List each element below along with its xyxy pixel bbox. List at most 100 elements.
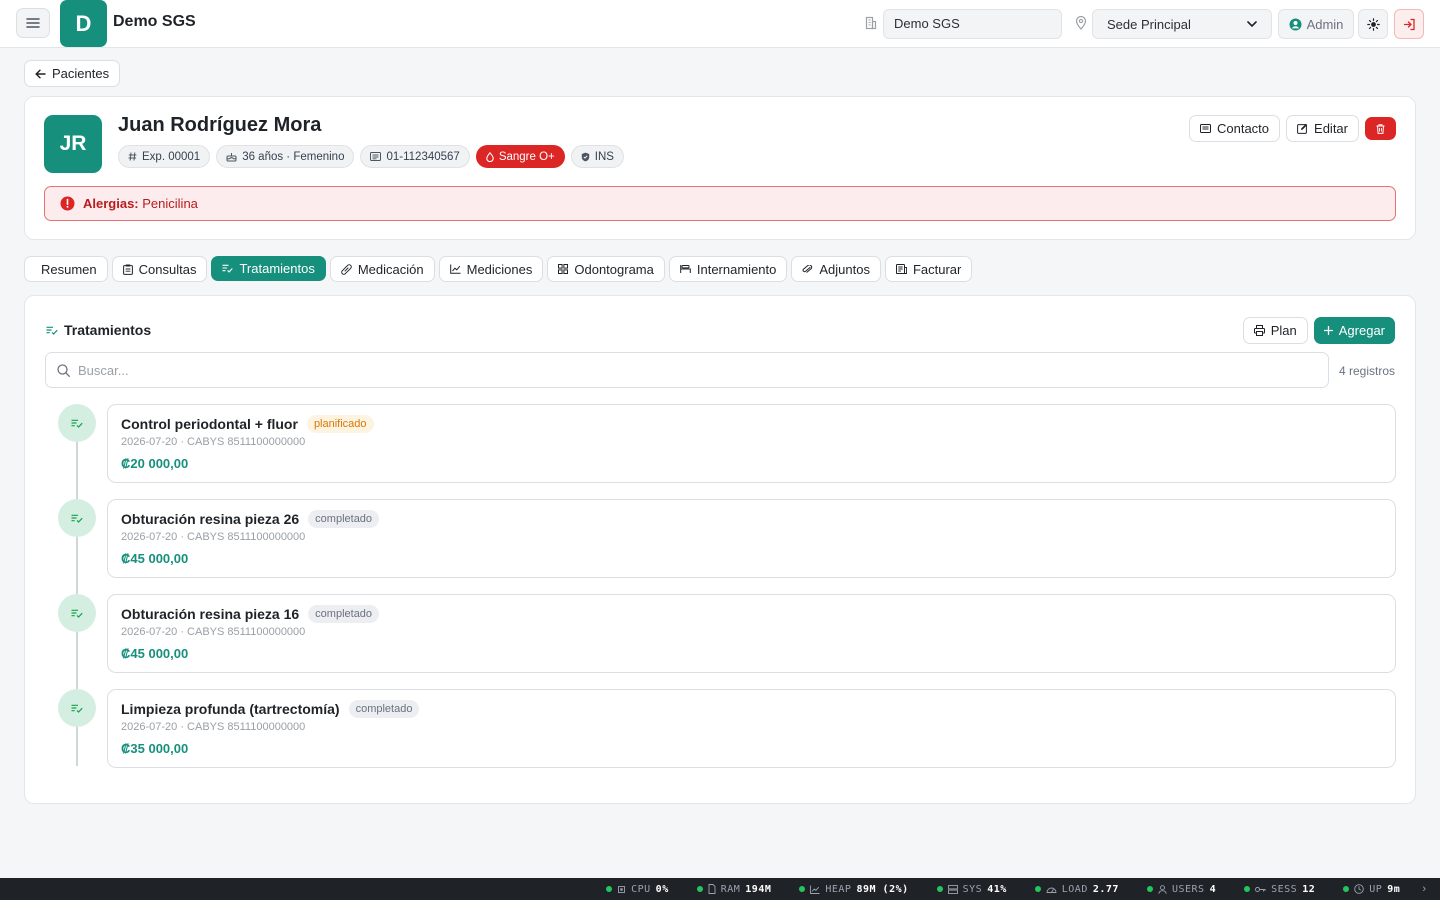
app-title: Demo SGS [113,13,196,30]
tab-tratamientos[interactable]: Tratamientos [211,256,326,281]
print-plan-button[interactable]: Plan [1242,317,1308,344]
tab-mediciones[interactable]: Mediciones [438,256,544,282]
stat-label: RAM [720,883,741,895]
clipboard-icon [122,264,133,275]
back-to-patients-button[interactable]: Pacientes [24,60,121,87]
search-input[interactable] [78,362,1278,378]
tab-odontograma[interactable]: Odontograma [547,256,665,282]
add-treatment-button[interactable]: Agregar [1313,317,1395,344]
treatment-price: ₡45 000,00 [121,551,189,566]
chip-record-label: Exp. 00001 [142,150,201,163]
chevron-right-icon[interactable]: › [1422,883,1426,895]
tab-label: Consultas [138,261,197,277]
treatment-meta: 2026-07-20 · CABYS 8511100000000 [121,436,306,448]
tab-label: Medicación [357,261,424,277]
chart-icon [810,885,820,894]
id-card-icon [370,152,382,161]
tab-label: Odontograma [574,261,654,277]
delete-button[interactable] [1365,117,1396,140]
treatment-item: Control periodontal + fluor planificado … [25,404,1417,484]
theme-toggle-button[interactable] [1358,9,1388,39]
logout-button[interactable] [1394,9,1424,39]
stat-label: CPU [631,883,651,895]
user-icon [1158,884,1167,894]
stat-value: 9m [1387,883,1401,895]
contact-label: Contacto [1216,121,1270,136]
tab-label: Internamiento [696,261,777,277]
treatment-card[interactable]: Control periodontal + fluor planificado … [107,404,1396,483]
patient-avatar: JR [44,115,102,173]
organization-field[interactable]: Demo SGS [883,9,1062,39]
stat-load: LOAD 2.77 [1034,883,1119,895]
sede-select-value: Sede Principal [1107,16,1191,32]
edit-button[interactable]: Editar [1286,115,1359,142]
treatment-card[interactable]: Obturación resina pieza 16 completado 20… [107,594,1396,673]
patient-tabs: Resumen Consultas Tratamientos Medicació… [24,256,973,282]
patient-actions: Contacto Editar [1188,115,1396,142]
tab-medicacion[interactable]: Medicación [329,256,435,282]
treatment-meta: 2026-07-20 · CABYS 8511100000000 [121,531,306,543]
stat-sys: SYS 41% [936,883,1007,895]
treatment-card[interactable]: Obturación resina pieza 26 completado 20… [107,499,1396,578]
server-icon [947,884,958,894]
status-dot [1343,886,1350,892]
stat-label: SESS [1271,883,1298,895]
gauge-icon [1046,887,1057,893]
status-dot [606,886,613,892]
panel-title: Tratamientos [46,322,151,338]
treatment-header: Obturación resina pieza 26 completado [121,510,380,528]
edit-icon [1297,123,1308,134]
tab-facturar[interactable]: Facturar [884,256,973,282]
menu-button[interactable] [16,8,50,38]
contact-card-icon [1199,124,1211,133]
top-bar: D Demo SGS Demo SGS Sede Principal Admin [0,0,1440,48]
timeline-dot [58,594,96,632]
chip-insurance-label: INS [594,150,614,163]
record-count: 4 registros [1338,364,1395,378]
admin-user-button[interactable]: Admin [1278,9,1354,39]
list-check-icon [71,419,83,428]
alert-circle-icon [60,196,75,211]
stat-sessions: SESS 12 [1244,884,1315,895]
stat-label: UP [1369,883,1383,895]
stat-label: SYS [962,883,983,895]
timeline-dot [58,404,96,442]
chip-id-label: 01-112340567 [386,150,460,163]
stat-value: 2.77 [1092,883,1119,895]
printer-icon [1253,325,1265,336]
grid-icon [558,264,569,274]
treatment-item: Obturación resina pieza 26 completado 20… [25,499,1417,579]
stat-value: 4 [1209,883,1217,895]
stat-heap: HEAP 89M (2%) [799,884,908,895]
cake-icon [226,152,237,161]
chip-blood-label: Sangre O+ [498,150,555,163]
treatment-item: Obturación resina pieza 16 completado 20… [25,594,1417,674]
trash-icon [1376,123,1385,134]
chip-record-number: Exp. 00001 [118,145,211,168]
sun-icon [1366,17,1380,31]
tab-consultas[interactable]: Consultas [111,256,208,282]
tab-internamiento[interactable]: Internamiento [668,256,788,282]
chip-age-gender: 36 años · Femenino [216,145,355,168]
tab-adjuntos[interactable]: Adjuntos [791,256,881,282]
tab-label: Facturar [912,261,962,277]
search-box [45,352,1329,388]
sede-select[interactable]: Sede Principal [1092,9,1272,39]
allergy-label: Alergias: [83,196,139,211]
search-icon [57,363,70,377]
status-dot [936,886,943,892]
status-dot [1034,886,1041,892]
plus-icon [1323,326,1333,335]
tab-resumen[interactable]: Resumen [24,256,108,282]
treatment-card[interactable]: Limpieza profunda (tartrectomía) complet… [107,689,1396,768]
treatment-price: ₡45 000,00 [121,646,189,661]
status-badge: completado [308,510,380,528]
patient-name: Juan Rodríguez Mora [118,114,322,136]
stat-cpu: CPU 0% [606,884,669,895]
status-dot [1244,886,1251,892]
patient-chips: Exp. 00001 36 años · Femenino 01-1123405… [118,145,624,168]
contact-button[interactable]: Contacto [1188,115,1281,142]
shield-icon [581,152,589,161]
status-badge: planificado [306,415,374,433]
tab-label: Resumen [41,261,97,277]
